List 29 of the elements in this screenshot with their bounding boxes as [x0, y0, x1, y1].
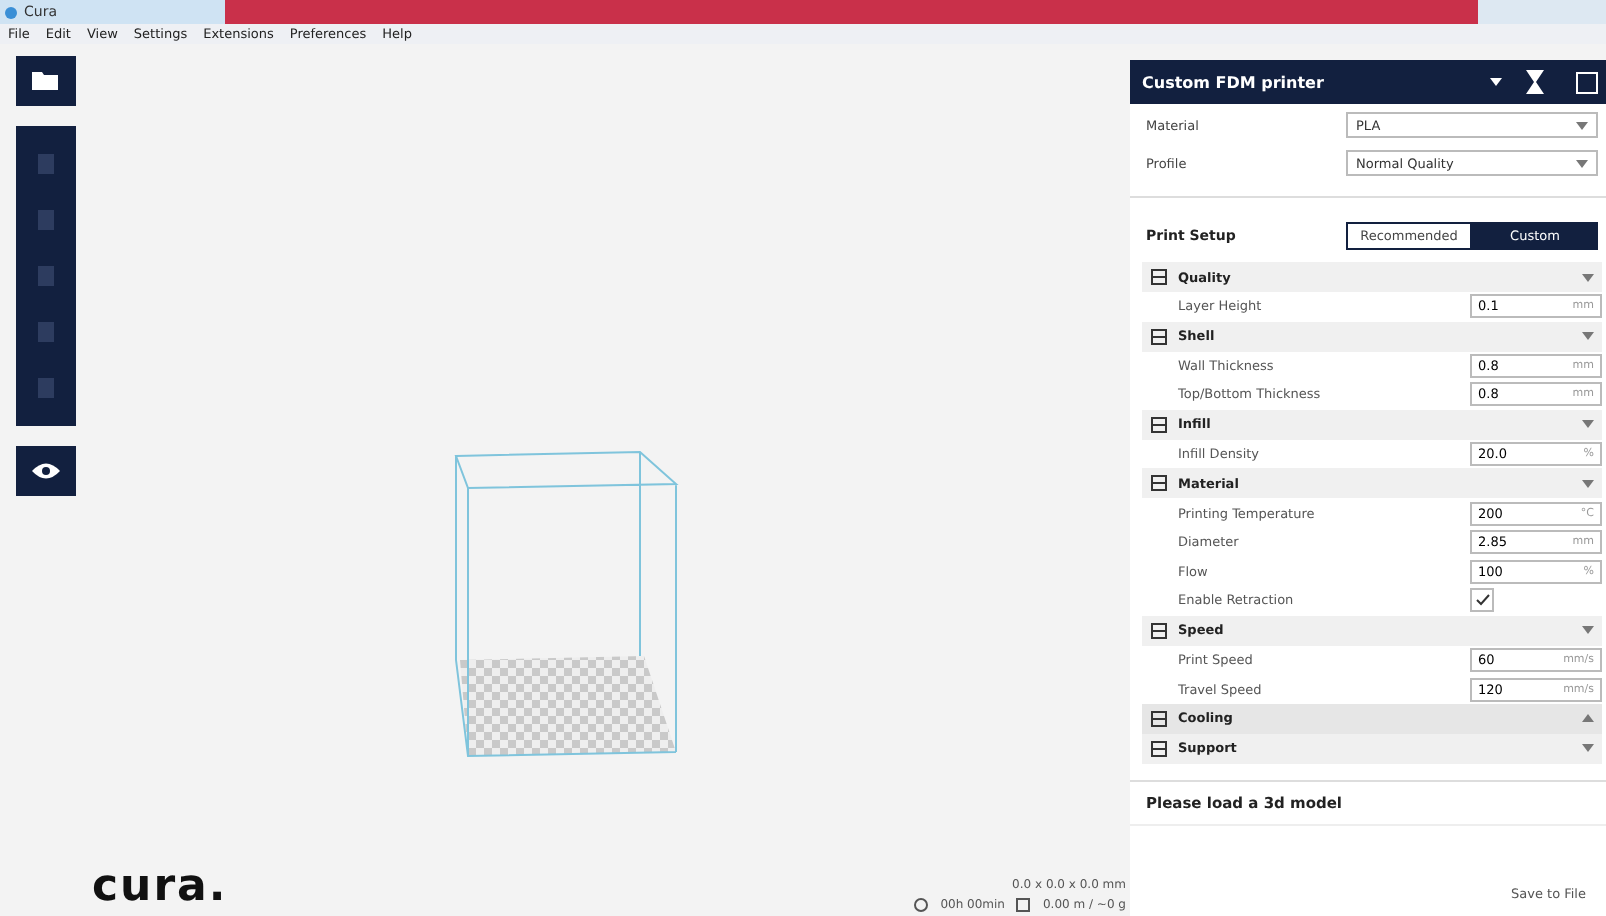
caret-icon	[1582, 744, 1594, 753]
printer-name: Custom FDM printer	[1142, 73, 1326, 91]
view-button[interactable]	[16, 446, 76, 496]
hourglass-icon	[1525, 70, 1543, 94]
category-icon	[1150, 268, 1168, 286]
caret-icon	[1582, 420, 1594, 429]
eye-icon	[32, 462, 60, 480]
caret-icon	[1582, 714, 1594, 723]
category-icon	[1150, 415, 1168, 434]
category-icon	[1150, 474, 1168, 493]
monitor-icon	[1575, 71, 1597, 93]
logo: cura.	[92, 862, 228, 912]
caret-icon	[1582, 273, 1594, 281]
clock-icon	[914, 898, 929, 912]
caret-icon	[1582, 479, 1594, 488]
category-icon	[1150, 621, 1168, 640]
caret-icon	[1576, 121, 1588, 129]
category-icon	[1150, 739, 1168, 758]
app-icon	[4, 5, 18, 19]
category-icon	[1150, 709, 1168, 728]
category-icon	[1150, 327, 1168, 346]
caret-icon	[1582, 626, 1594, 635]
caret-icon	[1582, 332, 1594, 341]
open-file-button[interactable]	[16, 56, 76, 106]
caret-icon[interactable]	[1490, 78, 1502, 86]
setting-checkbox[interactable]	[1470, 588, 1494, 613]
folder-icon	[32, 70, 60, 92]
check-icon	[1475, 594, 1489, 607]
caret-icon	[1576, 159, 1588, 167]
